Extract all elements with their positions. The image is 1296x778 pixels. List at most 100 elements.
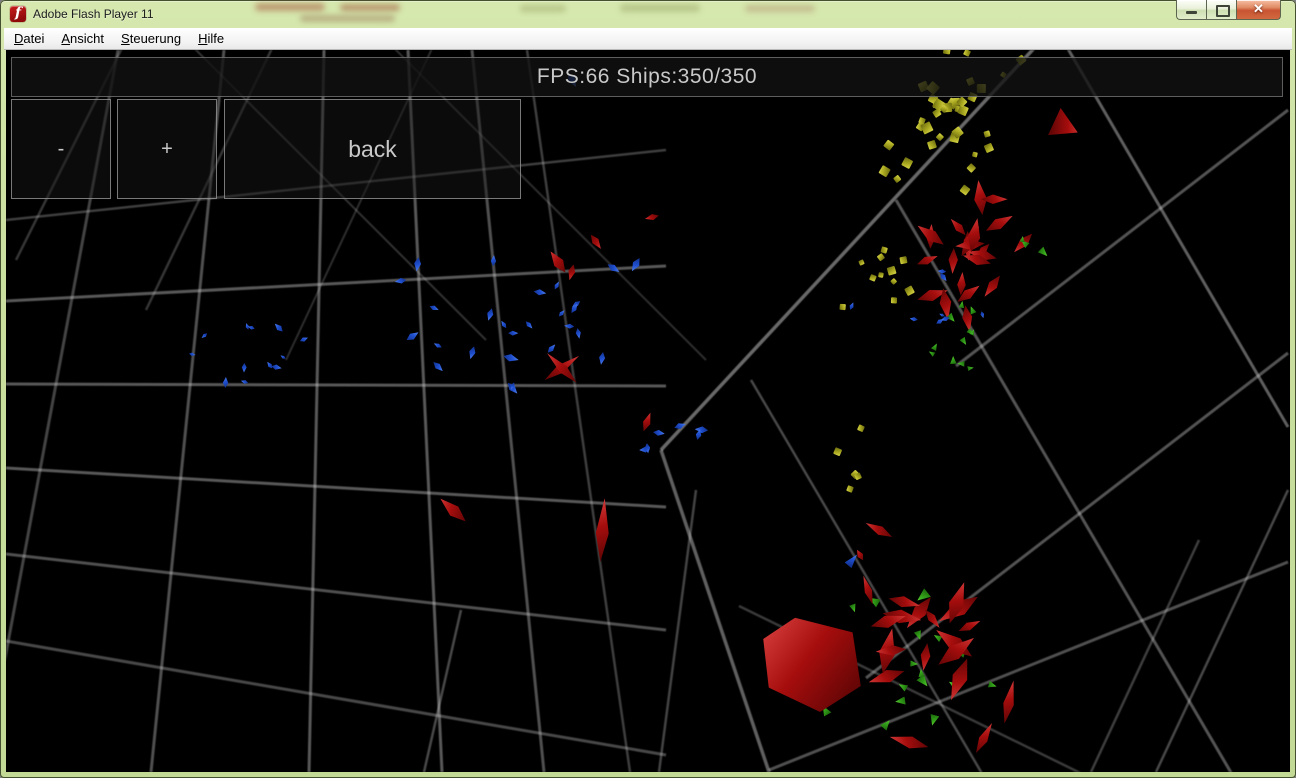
blue-ship — [653, 428, 666, 437]
yellow-ship — [983, 130, 991, 138]
red-ship — [971, 720, 998, 756]
hud-status-bar: FPS:66 Ships:350/350 — [11, 57, 1283, 97]
yellow-ship — [983, 143, 993, 153]
zoom-out-button[interactable]: - — [11, 99, 111, 199]
titlebar-glass-artifact — [255, 3, 325, 11]
blue-ship — [244, 322, 251, 330]
blue-ship — [938, 268, 947, 275]
red-ship — [946, 248, 960, 274]
red-ship — [639, 411, 655, 433]
green-ship — [957, 360, 965, 366]
flash-stage-viewport[interactable]: FPS:66 Ships:350/350 - + back — [6, 50, 1290, 772]
green-ship — [918, 668, 925, 677]
titlebar-glass-artifact — [745, 5, 815, 12]
blue-ship — [848, 301, 856, 311]
yellow-ship — [936, 133, 944, 141]
menu-item-ansicht[interactable]: Ansicht — [59, 28, 106, 49]
yellow-ship — [960, 184, 971, 195]
flash-player-icon: f — [10, 6, 26, 22]
blue-ship — [222, 376, 230, 387]
menu-bar: Datei Ansicht Steuerung Hilfe — [4, 28, 1292, 50]
red-ship — [998, 679, 1021, 725]
blue-ship — [485, 307, 496, 322]
blue-ship — [673, 421, 687, 432]
yellow-ship — [854, 472, 862, 480]
blue-ship — [240, 378, 249, 385]
yellow-ship — [891, 297, 898, 304]
yellow-ship — [901, 158, 913, 170]
blue-ship — [605, 260, 622, 275]
green-ship — [897, 681, 908, 692]
blue-ship — [524, 319, 535, 330]
yellow-ship — [887, 266, 897, 276]
red-ship — [1048, 108, 1084, 146]
red-ship — [946, 215, 969, 238]
blue-ship — [909, 316, 918, 323]
red-ship — [854, 548, 867, 562]
red-ship — [983, 210, 1017, 238]
blue-ship — [395, 277, 408, 286]
blue-ship — [279, 353, 286, 360]
blue-ship — [271, 363, 283, 372]
blue-ship — [240, 363, 247, 373]
cross-arm — [543, 349, 581, 387]
red-ship — [888, 729, 931, 755]
maximize-button[interactable] — [1206, 0, 1237, 20]
green-ship — [913, 630, 923, 641]
hud-status-text: FPS:66 Ships:350/350 — [537, 65, 757, 89]
red-ship — [863, 518, 895, 543]
titlebar-glass-artifact — [300, 15, 395, 22]
blue-ship — [979, 310, 986, 318]
red-ship — [566, 263, 579, 281]
green-ship — [910, 661, 918, 668]
green-ship — [930, 342, 939, 351]
green-ship — [950, 356, 957, 364]
red-ship — [435, 493, 471, 528]
green-ship — [880, 717, 893, 731]
yellow-ship — [963, 50, 971, 57]
blue-ship — [431, 359, 446, 374]
blue-ship — [533, 288, 547, 298]
yellow-ship — [892, 175, 901, 184]
minimize-button[interactable] — [1176, 0, 1206, 20]
green-ship — [959, 300, 966, 308]
yellow-ship — [927, 140, 937, 150]
red-ship — [942, 655, 977, 704]
titlebar-glass-artifact — [340, 4, 400, 11]
green-ship — [967, 365, 974, 371]
window-title: Adobe Flash Player 11 — [33, 7, 154, 21]
menu-item-steuerung[interactable]: Steuerung — [119, 28, 183, 49]
blue-ship — [552, 280, 561, 291]
green-ship — [959, 336, 968, 346]
blue-ship — [508, 330, 518, 336]
blue-ship — [428, 304, 440, 314]
yellow-ship — [846, 486, 854, 494]
red-ship — [979, 272, 1005, 301]
blue-ship — [597, 351, 607, 365]
zoom-in-button[interactable]: + — [117, 99, 217, 199]
menu-item-datei[interactable]: Datei — [12, 28, 46, 49]
blue-ship — [404, 328, 421, 343]
red-ship — [957, 616, 983, 636]
minimize-icon — [1186, 11, 1197, 14]
flash-player-window: f Adobe Flash Player 11 ✕ Datei Ansicht St… — [0, 0, 1296, 778]
red-ship — [917, 642, 934, 671]
blue-ship — [299, 334, 309, 343]
blue-ship — [188, 351, 195, 357]
red-ship — [591, 497, 612, 562]
back-button[interactable]: back — [224, 99, 521, 199]
green-ship — [928, 714, 940, 727]
red-ship — [545, 247, 571, 276]
yellow-ship — [839, 304, 845, 310]
blue-ship — [200, 331, 209, 339]
yellow-ship — [971, 152, 977, 158]
menu-item-hilfe[interactable]: Hilfe — [196, 28, 226, 49]
blue-ship — [489, 255, 497, 267]
red-ship — [587, 232, 605, 252]
yellow-ship — [858, 259, 865, 266]
title-bar[interactable]: f Adobe Flash Player 11 ✕ — [0, 0, 1296, 28]
window-controls: ✕ — [1176, 0, 1281, 20]
titlebar-glass-artifact — [520, 5, 566, 12]
blue-ship — [628, 256, 644, 274]
close-button[interactable]: ✕ — [1237, 0, 1281, 20]
